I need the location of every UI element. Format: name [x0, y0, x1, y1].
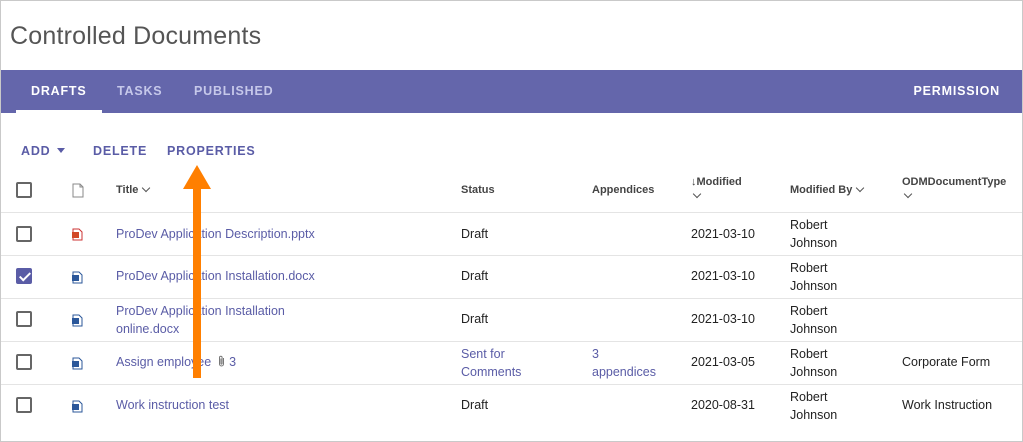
status-text: Draft: [461, 269, 489, 283]
document-title-cell: Assign employee 3: [116, 353, 236, 371]
document-type-text: Work Instruction: [902, 398, 993, 412]
chevron-down-icon: [856, 183, 865, 193]
properties-button[interactable]: PROPERTIES: [167, 144, 256, 158]
word-file-icon: [72, 271, 83, 284]
column-title-label: Title: [116, 184, 139, 196]
tab-bar: DRAFTS TASKS PUBLISHED PERMISSION: [1, 70, 1022, 113]
row-divider: [1, 298, 1022, 299]
modified-date: 2021-03-05: [691, 355, 755, 369]
row-divider: [1, 212, 1022, 213]
column-header-doc-type[interactable]: ODMDocumentType: [902, 176, 1006, 200]
column-modified-by-label: Modified By: [790, 184, 853, 196]
attachment-count[interactable]: 3: [229, 355, 236, 369]
row-checkbox[interactable]: [16, 311, 32, 327]
appendices-link[interactable]: 3 appendices: [592, 345, 662, 381]
document-title-link[interactable]: ProDev Application Description.pptx: [116, 225, 315, 243]
column-header-title[interactable]: Title: [116, 183, 151, 196]
column-modified-label: Modified: [696, 176, 742, 188]
status-text: Draft: [461, 227, 489, 241]
permission-button[interactable]: PERMISSION: [914, 70, 1001, 113]
modified-by-text: Robert Johnson: [790, 390, 838, 422]
row-checkbox[interactable]: [16, 226, 32, 242]
tab-published[interactable]: PUBLISHED: [194, 70, 273, 113]
row-divider: [1, 341, 1022, 342]
document-title-link[interactable]: Assign employee: [116, 355, 211, 369]
row-checkbox[interactable]: [16, 397, 32, 413]
caret-down-icon: [57, 148, 66, 154]
row-divider: [1, 255, 1022, 256]
page-title: Controlled Documents: [10, 22, 262, 50]
status-text: Draft: [461, 312, 489, 326]
select-all-checkbox[interactable]: [16, 182, 32, 198]
modified-by-text: Robert Johnson: [790, 218, 838, 250]
chevron-down-icon: [692, 189, 702, 199]
tab-tasks[interactable]: TASKS: [117, 70, 162, 113]
modified-by-text: Robert Johnson: [790, 304, 838, 336]
column-header-modified-by[interactable]: Modified By: [790, 183, 865, 196]
modified-date: 2021-03-10: [691, 312, 755, 326]
document-type-text: Corporate Form: [902, 355, 991, 369]
add-button[interactable]: ADD: [21, 144, 66, 158]
word-file-icon: [72, 314, 83, 327]
chevron-down-icon: [903, 189, 913, 199]
modified-by-text: Robert Johnson: [790, 347, 838, 379]
row-checkbox[interactable]: [16, 354, 32, 370]
modified-by-text: Robert Johnson: [790, 261, 838, 293]
document-title-link[interactable]: ProDev Application Installation online.d…: [116, 302, 316, 338]
row-checkbox[interactable]: [16, 268, 32, 284]
file-type-header-icon: [72, 183, 84, 198]
tab-drafts[interactable]: DRAFTS: [16, 70, 101, 113]
word-file-icon: [72, 357, 83, 370]
delete-button[interactable]: DELETE: [93, 144, 147, 158]
status-link[interactable]: Sent for Comments: [461, 345, 531, 381]
column-header-modified[interactable]: ↓Modified: [691, 176, 742, 200]
modified-date: 2021-03-10: [691, 227, 755, 241]
paperclip-icon: [218, 355, 224, 367]
column-header-status[interactable]: Status: [461, 184, 495, 196]
modified-date: 2020-08-31: [691, 398, 755, 412]
add-button-label: ADD: [21, 144, 51, 158]
column-doc-type-label: ODMDocumentType: [902, 176, 1007, 188]
modified-date: 2021-03-10: [691, 269, 755, 283]
powerpoint-file-icon: [72, 228, 83, 241]
document-title-link[interactable]: ProDev Application Installation.docx: [116, 267, 315, 285]
word-file-icon: [72, 400, 83, 413]
chevron-down-icon: [142, 183, 151, 193]
document-title-link[interactable]: Work instruction test: [116, 396, 229, 414]
status-text: Draft: [461, 398, 489, 412]
row-divider: [1, 384, 1022, 385]
column-header-appendices[interactable]: Appendices: [592, 184, 654, 196]
